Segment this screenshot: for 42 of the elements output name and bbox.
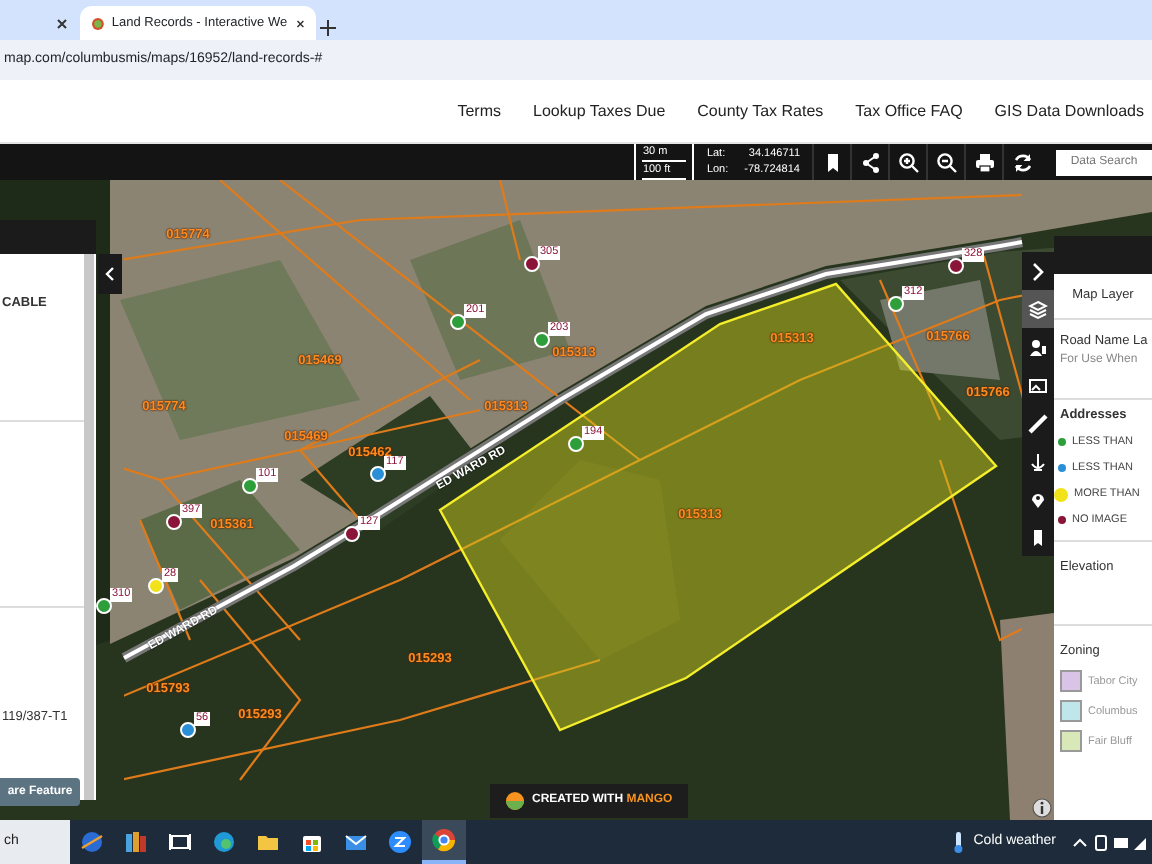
books-icon: [124, 830, 148, 854]
bookmark-icon: [1028, 527, 1048, 547]
video-app-icon: [388, 830, 412, 854]
map-tool-button[interactable]: [1022, 290, 1054, 328]
nav-link[interactable]: Terms: [457, 99, 502, 123]
chevron-right-icon: [1028, 261, 1048, 281]
zoom-out-icon: [935, 151, 957, 173]
nav-link[interactable]: GIS Data Downloads: [994, 99, 1144, 123]
info-icon[interactable]: [1032, 798, 1052, 818]
taskbar-app[interactable]: [422, 820, 466, 864]
nav-link[interactable]: Lookup Taxes Due: [533, 99, 666, 123]
browser-icon: [212, 830, 236, 854]
system-tray-icon[interactable]: [1072, 832, 1152, 852]
mail-icon: [344, 830, 368, 854]
panel-header: [1054, 236, 1152, 274]
collapse-button[interactable]: [98, 254, 122, 294]
store-icon: [300, 830, 324, 854]
share-icon: [859, 151, 881, 173]
task-view-icon: [168, 830, 192, 854]
new-tab-icon[interactable]: [316, 16, 340, 40]
nav-link[interactable]: County Tax Rates: [697, 99, 824, 123]
favicon-icon: [92, 15, 104, 31]
mango-logo-icon: [506, 792, 524, 810]
ruler-icon: [1028, 413, 1048, 433]
anchor-icon: [1028, 451, 1048, 471]
zoom-in-icon: [897, 151, 919, 173]
layers-icon: [1028, 299, 1048, 319]
folder-icon: [256, 830, 280, 854]
person-icon: [1028, 337, 1048, 357]
close-icon[interactable]: [295, 17, 304, 29]
nav-link[interactable]: Tax Office FAQ: [855, 99, 963, 123]
refresh-icon: [1011, 151, 1033, 173]
chevron-left-icon: [104, 266, 116, 282]
globe-icon: [80, 830, 104, 854]
thermometer-icon: [949, 830, 966, 854]
scrollbar[interactable]: [84, 254, 94, 800]
browser-icon: [432, 828, 456, 852]
close-icon[interactable]: [56, 17, 68, 29]
panel-header: [0, 220, 96, 254]
map-pin-icon: [1028, 489, 1048, 509]
print-icon: [973, 151, 995, 173]
image-icon: [1028, 375, 1048, 395]
